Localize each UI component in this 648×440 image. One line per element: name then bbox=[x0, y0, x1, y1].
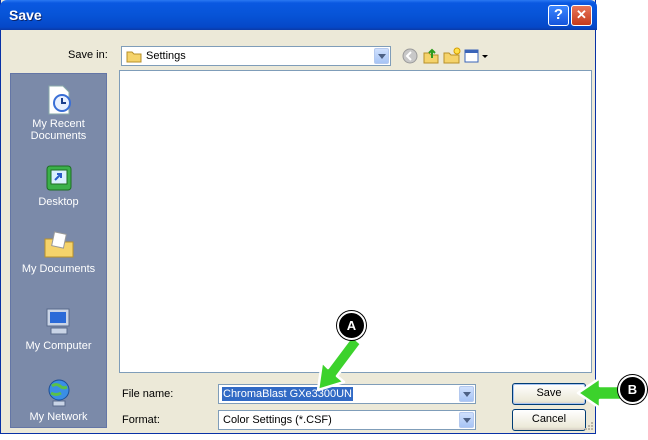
format-dropdown[interactable]: Color Settings (*.CSF) bbox=[218, 410, 476, 430]
new-folder-icon[interactable] bbox=[443, 47, 461, 65]
places-item-my-documents[interactable]: My Documents bbox=[11, 229, 106, 275]
title-bar[interactable]: Save ? ✕ bbox=[0, 0, 597, 30]
chevron-down-icon[interactable] bbox=[459, 386, 474, 402]
places-item-desktop[interactable]: Desktop bbox=[11, 162, 106, 208]
file-name-label: File name: bbox=[122, 388, 174, 400]
desktop-icon bbox=[46, 165, 71, 191]
close-button[interactable]: ✕ bbox=[571, 5, 592, 26]
save-in-dropdown[interactable]: Settings bbox=[121, 46, 391, 66]
callout-arrow-a bbox=[316, 334, 363, 392]
help-button[interactable]: ? bbox=[548, 5, 569, 26]
places-item-label: My Recent Documents bbox=[30, 118, 87, 142]
places-item-my-network[interactable]: My Network bbox=[11, 377, 106, 423]
save-in-value: Settings bbox=[146, 50, 186, 62]
recent-documents-icon bbox=[48, 85, 71, 115]
cancel-button[interactable]: Cancel bbox=[512, 409, 586, 431]
my-network-icon bbox=[48, 379, 69, 407]
save-in-label: Save in: bbox=[68, 49, 108, 61]
places-item-label: My Documents bbox=[21, 263, 96, 275]
up-folder-icon[interactable] bbox=[422, 47, 440, 65]
places-item-label: Desktop bbox=[38, 196, 79, 208]
places-item-label: My Computer bbox=[25, 340, 92, 352]
views-menu-icon[interactable] bbox=[464, 47, 490, 65]
resize-grip-icon[interactable] bbox=[583, 420, 594, 431]
format-label: Format: bbox=[122, 414, 160, 426]
my-documents-icon bbox=[44, 231, 73, 258]
places-item-label: My Network bbox=[29, 411, 88, 423]
my-computer-icon bbox=[46, 308, 69, 335]
places-bar: My Recent Documents Desktop My Documents bbox=[10, 73, 107, 428]
places-item-my-computer[interactable]: My Computer bbox=[11, 306, 106, 352]
back-icon[interactable] bbox=[401, 47, 419, 65]
callout-badge-a: A bbox=[337, 311, 366, 340]
folder-icon bbox=[126, 51, 142, 63]
chevron-down-icon[interactable] bbox=[459, 412, 474, 428]
places-item-recent[interactable]: My Recent Documents bbox=[11, 84, 106, 142]
window-title: Save bbox=[9, 7, 42, 23]
save-dialog: Save ? ✕ Save in: Settings My Recent Doc… bbox=[0, 0, 597, 434]
chevron-down-icon[interactable] bbox=[374, 48, 389, 64]
format-value: Color Settings (*.CSF) bbox=[223, 414, 332, 426]
callout-badge-b: B bbox=[618, 375, 647, 404]
